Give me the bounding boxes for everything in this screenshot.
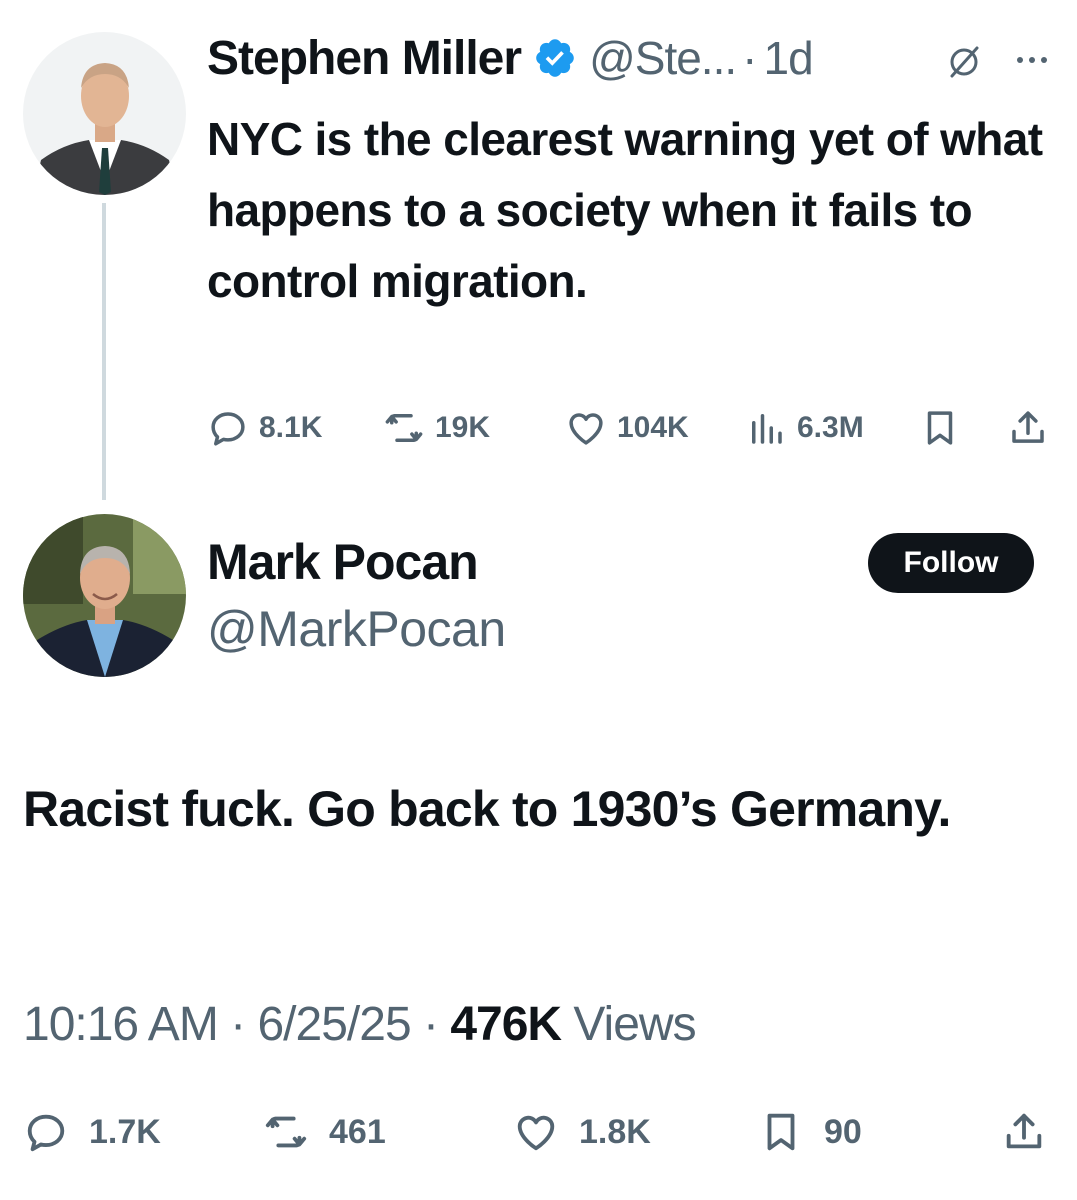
quoted-tweet-text: NYC is the clearest warning yet of what … bbox=[207, 113, 1043, 307]
repost-icon bbox=[265, 1116, 307, 1148]
repost-count: 19K bbox=[435, 411, 491, 444]
repost-button[interactable]: 461 bbox=[263, 1104, 386, 1160]
bookmark-button[interactable]: 90 bbox=[758, 1104, 862, 1160]
reply-button[interactable]: 8.1K bbox=[207, 400, 322, 456]
share-icon bbox=[1006, 1113, 1042, 1149]
like-button[interactable]: 1.8K bbox=[513, 1104, 651, 1160]
tweet-time[interactable]: 10:16 AM bbox=[23, 998, 219, 1051]
dot-separator: · bbox=[422, 998, 439, 1051]
reply-count: 1.7K bbox=[89, 1112, 161, 1151]
quoted-author-handle[interactable]: @Ste... bbox=[589, 31, 737, 85]
repost-button[interactable]: 19K bbox=[383, 400, 490, 456]
bookmark-button[interactable] bbox=[919, 400, 971, 456]
more-options-icon[interactable] bbox=[1010, 40, 1054, 80]
thread-connector-line bbox=[102, 203, 106, 500]
views-button[interactable]: 6.3M bbox=[745, 400, 864, 456]
reply-count: 8.1K bbox=[259, 411, 323, 444]
quoted-tweet-time[interactable]: 1d bbox=[763, 31, 813, 85]
quoted-author-name[interactable]: Stephen Miller bbox=[207, 31, 522, 86]
heart-icon bbox=[569, 413, 603, 445]
tweet-text: Racist fuck. Go back to 1930’s Germany. bbox=[23, 781, 951, 837]
views-chart-icon bbox=[752, 414, 782, 444]
tweet-actions: 1.7K 461 1.8K 90 bbox=[23, 1104, 1063, 1160]
like-count: 1.8K bbox=[579, 1112, 651, 1151]
like-button[interactable]: 104K bbox=[565, 400, 689, 456]
reply-icon bbox=[211, 412, 245, 446]
share-icon bbox=[1012, 411, 1044, 443]
tweet-date[interactable]: 6/25/25 bbox=[257, 998, 411, 1051]
reply-button[interactable]: 1.7K bbox=[23, 1104, 161, 1160]
tweet-author-handle[interactable]: @MarkPocan bbox=[207, 600, 506, 658]
bookmark-icon bbox=[767, 1113, 795, 1151]
author-avatar-stephen-miller[interactable] bbox=[23, 32, 186, 195]
dot-separator: · bbox=[742, 32, 758, 84]
repost-icon bbox=[385, 414, 423, 442]
reply-icon bbox=[27, 1114, 65, 1152]
share-button[interactable] bbox=[1007, 400, 1059, 456]
follow-button[interactable]: Follow bbox=[868, 533, 1034, 593]
grok-icon[interactable] bbox=[944, 42, 984, 82]
quoted-tweet-header: Stephen Miller @Ste... · 1d bbox=[207, 28, 814, 88]
bookmark-icon bbox=[927, 411, 953, 445]
like-count: 104K bbox=[617, 411, 689, 444]
author-avatar-mark-pocan[interactable] bbox=[23, 514, 186, 677]
views-count: 6.3M bbox=[797, 411, 864, 444]
heart-icon bbox=[517, 1115, 555, 1151]
quoted-tweet-actions: 8.1K 19K 104K 6.3M bbox=[207, 400, 1057, 456]
repost-count: 461 bbox=[329, 1112, 386, 1151]
verified-badge-icon bbox=[536, 39, 574, 77]
bookmark-count: 90 bbox=[824, 1112, 862, 1151]
dot-separator: · bbox=[230, 998, 246, 1051]
tweet-author-name[interactable]: Mark Pocan bbox=[207, 533, 479, 591]
tweet-metadata: 10:16 AM · 6/25/25 · 476K Views bbox=[23, 997, 697, 1052]
share-button[interactable] bbox=[1001, 1104, 1067, 1160]
tweet-views-label: Views bbox=[573, 998, 696, 1051]
tweet-views-count: 476K bbox=[450, 998, 562, 1051]
